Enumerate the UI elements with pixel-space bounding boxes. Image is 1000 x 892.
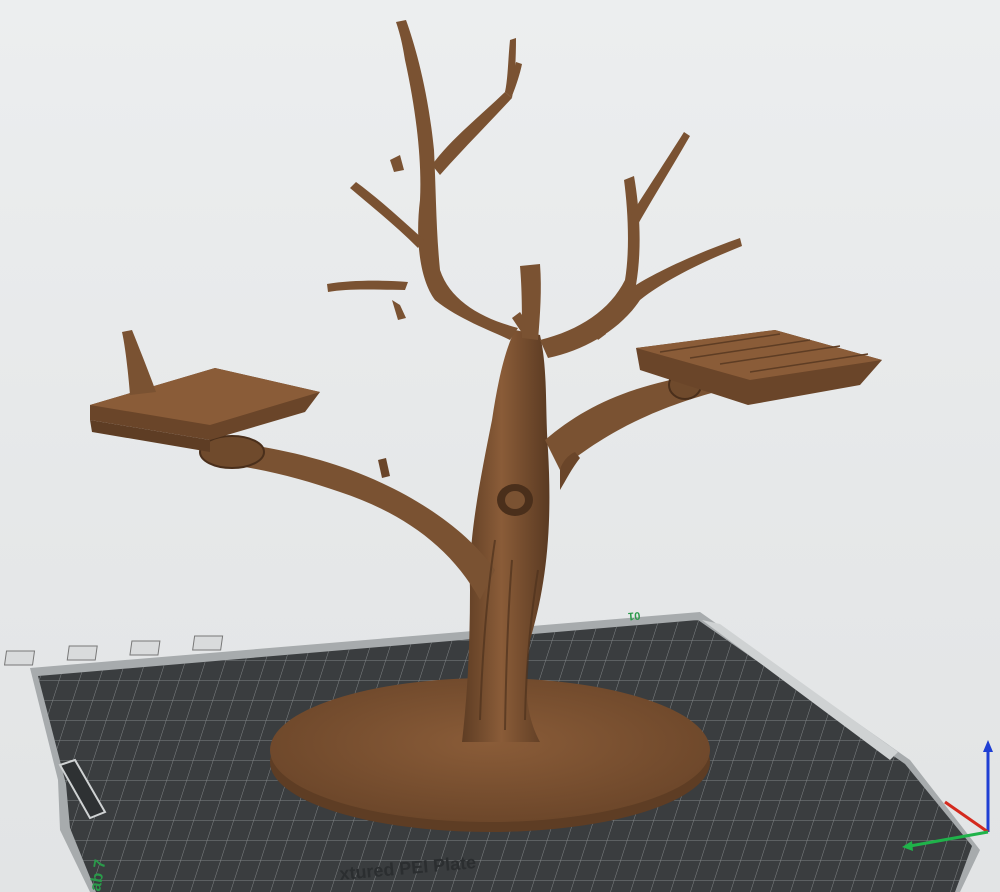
arrange-icon[interactable] bbox=[3, 650, 36, 666]
grid-icon[interactable] bbox=[66, 645, 98, 661]
model-upper-branches bbox=[327, 20, 742, 358]
plate-number: 01 bbox=[628, 609, 641, 622]
z-axis-arrow bbox=[983, 740, 993, 752]
3d-viewport[interactable]: 01 xtured PEI Plate ab 7 bbox=[0, 0, 1000, 892]
settings-icon[interactable] bbox=[192, 635, 224, 651]
orient-icon[interactable] bbox=[129, 640, 161, 656]
model-platform-left bbox=[90, 330, 320, 452]
